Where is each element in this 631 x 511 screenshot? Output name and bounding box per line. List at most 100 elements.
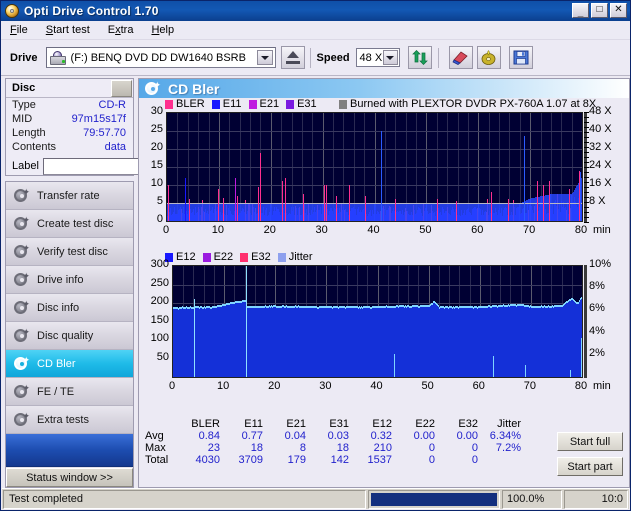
legend-swatch xyxy=(165,99,173,109)
minimize-icon: _ xyxy=(577,6,584,18)
disc-test-icon: ✦ xyxy=(14,243,30,259)
start-part-button[interactable]: Start part xyxy=(557,457,623,476)
start-full-button[interactable]: Start full xyxy=(557,432,623,451)
stats-cell: 0.32 xyxy=(370,430,392,442)
menu-item-help[interactable]: Help xyxy=(142,23,183,37)
stats-row-label: Total xyxy=(145,454,169,466)
right-axis-tick: 16 X xyxy=(589,177,612,189)
sidebar-item-extra-tests[interactable]: ✦ Extra tests xyxy=(6,406,133,434)
stats-cell: 0 xyxy=(471,454,478,466)
toolbar: Drive (F:) BENQ DVD DD DW1640 BSRB Speed… xyxy=(1,40,630,76)
erase-button[interactable] xyxy=(448,46,473,69)
sidebar-item-verify-test-disc[interactable]: ✦ Verify test disc xyxy=(6,238,133,266)
right-axis-tick: 32 X xyxy=(589,141,612,153)
stats-column-header: BLER xyxy=(191,418,220,430)
stats-cell: 0.04 xyxy=(284,430,306,442)
legend-label: E31 xyxy=(297,98,317,110)
sidebar-item-cd-bler[interactable]: ✦ CD Bler xyxy=(6,350,133,378)
refresh-button[interactable] xyxy=(407,46,432,69)
status-window-button[interactable]: Status window >> xyxy=(6,468,133,487)
legend-label: Jitter xyxy=(288,251,313,263)
legend-item: E32 xyxy=(240,251,271,263)
x-axis-tick: 60 xyxy=(471,224,484,236)
axis-tickmark xyxy=(584,162,589,163)
status-bar: Test completed 100.0% 10:0 xyxy=(2,488,629,509)
elapsed-time-label: 10:0 xyxy=(564,489,628,509)
axis-tickmark xyxy=(584,132,589,133)
sidebar-item-drive-info[interactable]: ✦ Drive info xyxy=(6,266,133,294)
y-axis-tick: 15 xyxy=(150,159,163,171)
x-axis-tick: 30 xyxy=(315,224,328,236)
sidebar-item-label: Drive info xyxy=(37,273,84,286)
menu-item-file[interactable]: FFileile xyxy=(1,23,37,37)
stats-cell: 0.77 xyxy=(241,430,263,442)
legend-item: Jitter xyxy=(277,251,313,263)
progress-bar-container xyxy=(368,489,500,509)
maximize-button[interactable]: □ xyxy=(591,3,608,18)
e12-plot-area xyxy=(172,265,583,378)
x-axis-tick: 80 xyxy=(574,380,588,392)
disc-test-icon: ✦ xyxy=(14,327,30,343)
stats-cell: 0.00 xyxy=(456,430,478,442)
menu-item-extra[interactable]: Extra xyxy=(99,23,143,37)
disc-panel-toggle-button[interactable] xyxy=(111,79,132,97)
axis-tickmark xyxy=(584,192,589,193)
y-axis-tick: 5 xyxy=(156,195,163,207)
disc-label-row: Label xyxy=(6,154,241,178)
data-spike xyxy=(348,185,350,221)
eject-button[interactable] xyxy=(280,46,305,69)
stats-cell: 179 xyxy=(287,454,306,466)
legend-item: E21 xyxy=(248,98,279,110)
sidebar-item-create-test-disc[interactable]: ✦ Create test disc xyxy=(6,210,133,238)
disc-test-icon: ✦ xyxy=(145,80,161,96)
dropout-line xyxy=(193,299,195,377)
data-spike xyxy=(536,181,538,221)
drive-select[interactable]: (F:) BENQ DVD DD DW1640 BSRB xyxy=(45,47,276,68)
data-spike xyxy=(282,181,284,221)
data-spike xyxy=(524,365,526,377)
x-axis-tick: 0 xyxy=(168,380,176,392)
axis-tickmark xyxy=(584,217,589,218)
burn-icon xyxy=(481,49,496,65)
stats-cell: 18 xyxy=(250,442,263,454)
chevron-down-icon[interactable] xyxy=(382,50,398,65)
sidebar-item-transfer-rate[interactable]: ✦ Transfer rate xyxy=(6,182,133,210)
right-axis-tick: 24 X xyxy=(589,159,612,171)
x-axis-label: min xyxy=(593,224,611,236)
save-icon xyxy=(513,50,529,65)
x-axis-tick: 40 xyxy=(370,380,383,392)
main-panel-header: ✦ CD Bler xyxy=(139,79,629,98)
disc-row-value: 97m15s17f xyxy=(71,113,126,125)
sidebar-item-label: FE / TE xyxy=(37,385,75,398)
speed-select[interactable]: 48 X xyxy=(355,48,400,67)
window-controls: _ □ ✕ xyxy=(572,3,627,18)
x-axis-tick: 80 xyxy=(574,224,588,236)
chevron-down-icon[interactable] xyxy=(256,50,273,65)
legend-item: E12 xyxy=(165,251,196,263)
save-button[interactable] xyxy=(508,46,533,69)
application-window: Opti Drive Control 1.70 _ □ ✕ FFileile S… xyxy=(0,0,631,511)
legend-item: E22 xyxy=(202,251,233,263)
legend-item: E11 xyxy=(211,98,242,110)
menu-item-start-test[interactable]: Start test xyxy=(37,23,99,37)
disc-row-length: Length 79:57.70 xyxy=(6,126,133,140)
sidebar-item-label: Disc info xyxy=(37,301,80,314)
y-axis-tick: 250 xyxy=(150,276,169,289)
disc-panel-title: Disc xyxy=(12,82,36,94)
speed-spike xyxy=(579,171,581,221)
legend-label: E32 xyxy=(251,251,271,263)
progress-bar-fill xyxy=(371,492,497,506)
sidebar-item-disc-quality[interactable]: ✦ Disc quality xyxy=(6,322,133,350)
axis-tickmark xyxy=(584,127,589,128)
sidebar-item-fe-te[interactable]: ✦ FE / TE xyxy=(6,378,133,406)
minimize-button[interactable]: _ xyxy=(572,3,589,18)
sidebar-item-disc-info[interactable]: ✦ Disc info xyxy=(6,294,133,322)
disc-row-value: data xyxy=(104,141,126,153)
burn-button[interactable] xyxy=(476,46,501,69)
e12-chart-legend: E12 E22 E32 Jitter xyxy=(165,251,318,263)
close-button[interactable]: ✕ xyxy=(610,3,627,18)
e12-jitter-chart: E12 E22 E32 Jitter 300 250 200 150 100 50 2% 4% 6%… xyxy=(139,251,629,411)
title-bar: Opti Drive Control 1.70 _ □ ✕ xyxy=(1,1,630,21)
right-axis-ruler xyxy=(584,265,587,378)
y-axis-tick: 150 xyxy=(150,313,169,326)
